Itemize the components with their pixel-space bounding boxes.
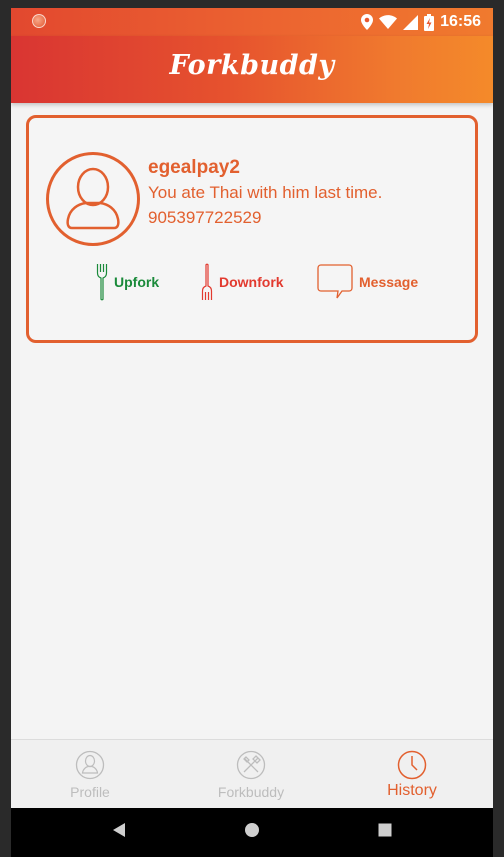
status-time: 16:56 xyxy=(440,13,481,30)
upfork-label: Upfork xyxy=(114,274,160,290)
home-icon[interactable] xyxy=(244,822,260,838)
user-icon xyxy=(75,750,105,780)
username: egealpay2 xyxy=(148,157,240,178)
fork-icon xyxy=(96,264,108,301)
downfork-label: Downfork xyxy=(219,274,284,290)
fork-knife-icon xyxy=(236,750,266,780)
clock-icon xyxy=(397,750,427,780)
signal-icon xyxy=(403,14,419,30)
nav-forkbuddy[interactable]: Forkbuddy xyxy=(181,740,321,809)
bottom-navigation: Profile Forkbuddy History xyxy=(11,739,493,809)
app-bar: Forkbuddy xyxy=(11,36,493,103)
wifi-icon xyxy=(379,15,398,29)
location-icon xyxy=(361,14,374,30)
nav-forkbuddy-label: Forkbuddy xyxy=(217,784,285,800)
fork-down-icon xyxy=(201,263,213,300)
last-meal-note: You ate Thai with him last time. xyxy=(148,183,383,202)
status-icons: 16:56 xyxy=(361,12,481,32)
avatar[interactable] xyxy=(46,152,140,246)
phone-number: 905397722529 xyxy=(148,208,262,227)
message-label: Message xyxy=(359,274,419,290)
downfork-button[interactable]: Downfork xyxy=(201,262,284,302)
nav-profile-label: Profile xyxy=(70,784,110,800)
nav-history[interactable]: History xyxy=(342,740,482,809)
history-card[interactable]: egealpay2 You ate Thai with him last tim… xyxy=(26,115,478,343)
app-title: Forkbuddy xyxy=(169,50,335,81)
upfork-button[interactable]: Upfork xyxy=(96,262,159,302)
user-avatar-icon xyxy=(66,167,120,230)
battery-charging-icon xyxy=(424,13,435,31)
back-icon[interactable] xyxy=(112,822,126,838)
nav-profile[interactable]: Profile xyxy=(20,740,160,809)
phone-screen: 16:56 Forkbuddy egealpay2 You ate Thai w… xyxy=(11,8,493,857)
nav-history-label: History xyxy=(387,782,437,799)
notification-dot-icon xyxy=(32,14,46,28)
message-button[interactable]: Message xyxy=(317,262,418,302)
speech-bubble-icon xyxy=(317,264,353,299)
recents-icon[interactable] xyxy=(378,822,392,838)
status-bar: 16:56 xyxy=(11,8,493,36)
system-navigation-bar xyxy=(11,808,493,857)
